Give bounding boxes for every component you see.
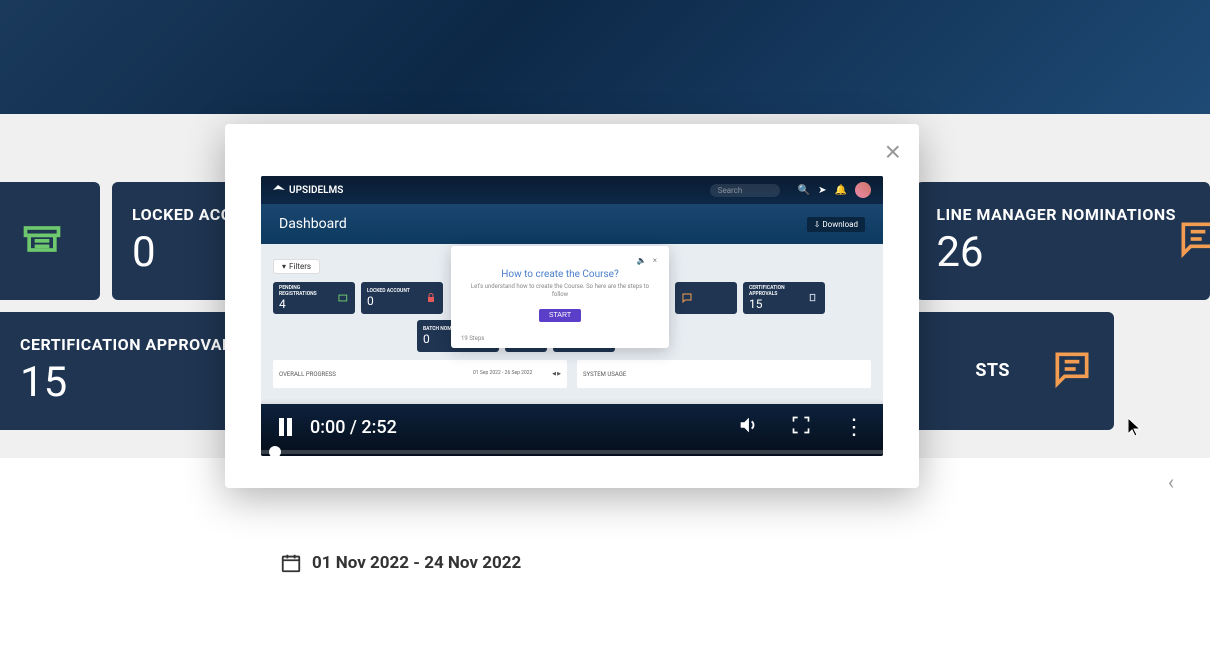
mini-card[interactable]: PENDING REGISTRATIONS4 <box>273 282 355 314</box>
video-player[interactable]: UPSIDELMS 🔍 ➤ 🔔 Dashboard ⇩ Download ▾ F… <box>261 176 883 456</box>
popup-title: How to create the Course? <box>463 269 657 280</box>
mini-card[interactable]: LOCKED ACCOUNT0 <box>361 282 443 314</box>
chevron-left-icon[interactable]: ‹ <box>1168 470 1174 494</box>
stat-suffix: STS <box>975 360 1010 382</box>
video-modal: × UPSIDELMS 🔍 ➤ 🔔 Dashboard ⇩ Do <box>225 124 919 488</box>
stat-value: 26 <box>936 228 1176 277</box>
start-button[interactable]: START <box>539 309 581 322</box>
video-controls: 0:00 / 2:52 ⋮ <box>261 398 883 456</box>
search-icon[interactable]: 🔍 <box>798 185 810 196</box>
system-usage-section: SYSTEM USAGE <box>577 360 871 388</box>
tutorial-popup: 🔈 × How to create the Course? Let's unde… <box>451 246 669 348</box>
stat-value: 15 <box>20 358 242 407</box>
stat-title: CERTIFICATION APPROVALS <box>20 335 242 354</box>
mini-card[interactable] <box>675 282 737 314</box>
bell-icon[interactable]: 🔔 <box>835 185 847 196</box>
pause-button[interactable] <box>279 418 292 436</box>
search-input[interactable] <box>710 184 780 197</box>
calendar-icon <box>280 552 302 574</box>
stat-title: LINE MANAGER NOMINATIONS <box>936 205 1176 224</box>
close-icon[interactable]: × <box>653 256 657 265</box>
comment-icon <box>1176 217 1210 265</box>
send-icon[interactable]: ➤ <box>818 185 826 196</box>
cursor-icon <box>1128 418 1144 443</box>
popup-subtitle: Let's understand how to create the Cours… <box>463 283 657 299</box>
topbar-icons: 🔍 ➤ 🔔 <box>798 182 871 198</box>
certificate-icon <box>808 292 819 304</box>
filters-button[interactable]: ▾ Filters <box>273 259 320 274</box>
archive-icon <box>20 217 64 265</box>
dashboard-title: Dashboard <box>279 216 347 232</box>
lock-icon <box>425 292 437 304</box>
video-subbar: Dashboard ⇩ Download <box>261 204 883 244</box>
stat-card-partial-left <box>0 182 100 300</box>
brand-logo: UPSIDELMS <box>273 185 343 196</box>
date-range[interactable]: 01 Nov 2022 - 24 Nov 2022 <box>280 552 1210 574</box>
volume-icon[interactable] <box>737 414 759 441</box>
bottom-panel: ‹ › ☰ SYSTEM USAGE ‹ 01 Nov 2022 - 24 No… <box>0 458 1210 658</box>
video-app-topbar: UPSIDELMS 🔍 ➤ 🔔 <box>261 176 883 204</box>
avatar[interactable] <box>855 182 871 198</box>
popup-steps: 19 Steps <box>461 335 484 342</box>
progress-handle[interactable] <box>269 446 281 456</box>
more-icon[interactable]: ⋮ <box>843 415 865 440</box>
mute-icon[interactable]: 🔈 <box>637 256 647 265</box>
fullscreen-icon[interactable] <box>791 415 811 440</box>
progress-bar[interactable] <box>261 450 883 454</box>
page-banner <box>0 0 1210 114</box>
archive-icon <box>337 292 349 304</box>
video-time: 0:00 / 2:52 <box>310 417 397 438</box>
comment-icon <box>1050 347 1094 395</box>
close-button[interactable]: × <box>885 136 901 168</box>
mini-card[interactable]: CERTIFICATION APPROVALS15 <box>743 282 825 314</box>
video-body: ▾ Filters PENDING REGISTRATIONS4 LOCKED … <box>261 244 883 404</box>
download-button[interactable]: ⇩ Download <box>807 217 865 232</box>
date-range-text: 01 Nov 2022 - 24 Nov 2022 <box>312 553 521 573</box>
stat-card-line-manager[interactable]: LINE MANAGER NOMINATIONS 26 <box>916 182 1210 300</box>
comment-icon <box>681 292 693 304</box>
